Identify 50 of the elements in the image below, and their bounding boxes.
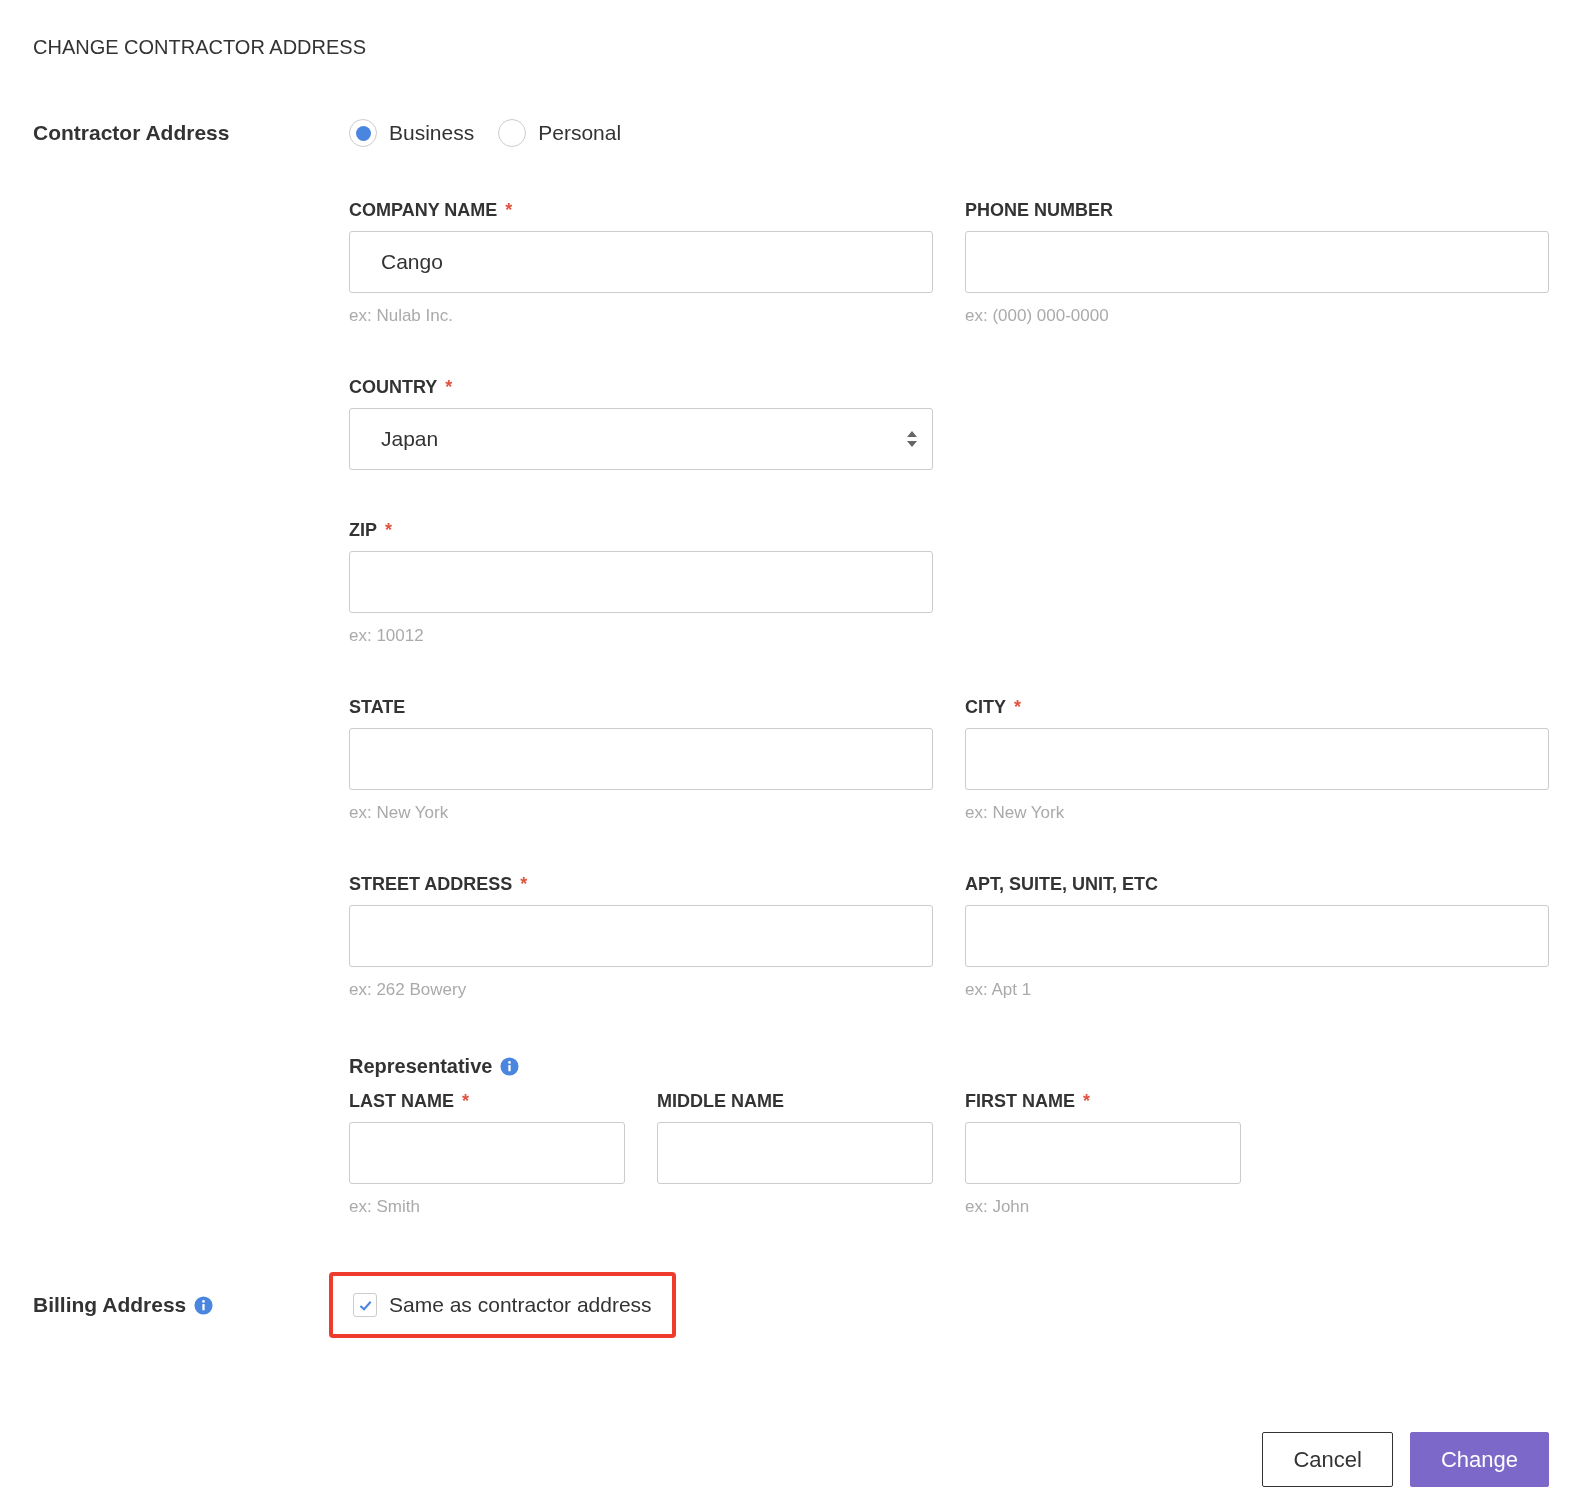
field-label: STREET ADDRESS	[349, 872, 513, 896]
field-label: COUNTRY	[349, 375, 438, 399]
radio-option[interactable]: Business	[349, 117, 475, 149]
cancel-button[interactable]: Cancel	[1262, 1432, 1393, 1487]
field-label: PHONE NUMBER	[965, 198, 1113, 222]
required-asterisk: *	[385, 518, 393, 542]
text-input[interactable]	[965, 905, 1549, 967]
required-asterisk: *	[505, 198, 513, 222]
field-hint: ex: Smith	[349, 1196, 421, 1218]
field-label: ZIP	[349, 518, 377, 542]
field-hint: ex: John	[965, 1196, 1031, 1218]
required-asterisk: *	[1014, 695, 1022, 719]
field-hint: ex: New York	[349, 802, 450, 824]
field-label: MIDDLE NAME	[657, 1089, 784, 1113]
field-hint: ex: New York	[965, 802, 1066, 824]
text-input[interactable]	[965, 231, 1549, 293]
section-label: Contractor Address	[33, 120, 231, 146]
section-label: Billing Address	[33, 1292, 187, 1319]
required-asterisk: *	[445, 375, 453, 399]
required-asterisk: *	[520, 872, 528, 896]
field-label: STATE	[349, 695, 406, 719]
sort-arrows-icon	[906, 429, 918, 449]
country-select[interactable]: Japan	[349, 408, 933, 470]
field-label: LAST NAME	[349, 1089, 454, 1113]
same-address-checkbox[interactable]: Same as contractor address	[353, 1289, 652, 1321]
text-input[interactable]: Cango	[349, 231, 933, 293]
radio-option[interactable]: Personal	[498, 117, 622, 149]
field-label: APT, SUITE, UNIT, ETC	[965, 872, 1159, 896]
field-hint: ex: 262 Bowery	[349, 979, 468, 1001]
text-input[interactable]	[349, 905, 933, 967]
required-asterisk: *	[462, 1089, 469, 1113]
field-label: FIRST NAME	[965, 1089, 1075, 1113]
field-hint: ex: Nulab Inc.	[349, 305, 454, 327]
dialog-title: CHANGE CONTRACTOR ADDRESS	[33, 35, 367, 60]
field-label: COMPANY NAME	[349, 198, 498, 222]
text-input[interactable]	[965, 1122, 1241, 1184]
field-hint: ex: Apt 1	[965, 979, 1033, 1001]
text-input[interactable]	[657, 1122, 933, 1184]
field-label: CITY	[965, 695, 1006, 719]
text-input[interactable]	[349, 1122, 625, 1184]
field-hint: ex: 10012	[349, 625, 425, 647]
required-asterisk: *	[1083, 1089, 1090, 1113]
text-input[interactable]	[965, 728, 1549, 790]
field-hint: ex: (000) 000-0000	[965, 305, 1110, 327]
change-button[interactable]: Change	[1409, 1432, 1549, 1487]
info-icon[interactable]	[500, 1056, 520, 1076]
text-input[interactable]	[349, 728, 933, 790]
info-icon[interactable]	[194, 1295, 214, 1315]
text-input[interactable]	[349, 551, 933, 613]
section-label: Representative	[349, 1054, 493, 1079]
